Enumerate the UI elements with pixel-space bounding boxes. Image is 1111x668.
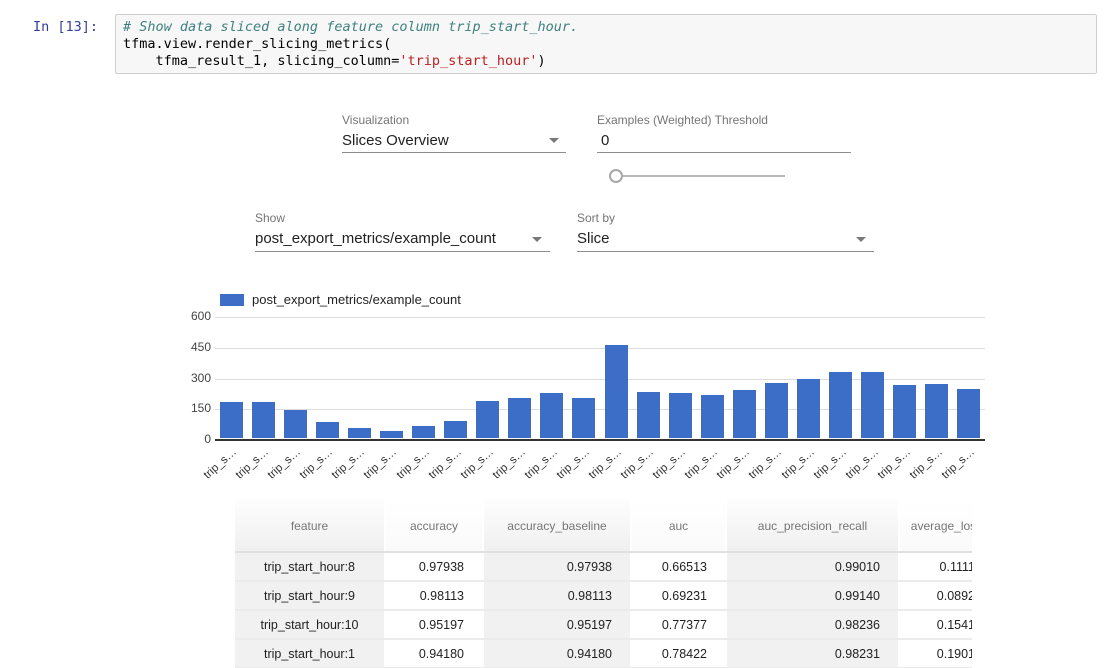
bar[interactable] (637, 392, 660, 438)
metric-cell: 0.98231 (726, 639, 899, 668)
metric-cell: 0.66513 (631, 552, 726, 581)
y-tick-label: 450 (185, 340, 211, 354)
metric-cell: 0.78422 (631, 639, 726, 668)
bar[interactable] (669, 393, 692, 438)
bar[interactable] (797, 379, 820, 439)
feature-cell: trip_start_hour:10 (235, 610, 385, 639)
metric-cell: 0.77377 (631, 610, 726, 639)
column-header[interactable]: auc (631, 500, 726, 552)
column-header[interactable]: accuracy (385, 500, 483, 552)
table-header-row: featureaccuracyaccuracy_baselineaucauc_p… (235, 500, 972, 552)
feature-cell: trip_start_hour:8 (235, 552, 385, 581)
feature-cell: trip_start_hour:1 (235, 639, 385, 668)
bar[interactable] (220, 402, 243, 438)
bar[interactable] (701, 395, 724, 438)
metric-cell: 0.0892 (899, 581, 972, 610)
bar[interactable] (605, 345, 628, 438)
column-header[interactable]: average_loss (899, 500, 972, 552)
metric-cell: 0.98113 (385, 581, 483, 610)
visualization-dropdown[interactable]: Slices Overview (342, 132, 449, 149)
sort-by-underline (577, 251, 874, 252)
show-label: Show (255, 211, 285, 225)
metric-cell: 0.95197 (483, 610, 631, 639)
metrics-table: featureaccuracyaccuracy_baselineaucauc_p… (235, 500, 972, 668)
metric-cell: 0.99010 (726, 552, 899, 581)
slices-bar-chart: post_export_metrics/example_count 0 150 30… (185, 288, 1005, 484)
x-axis-baseline (215, 439, 985, 441)
bar[interactable] (508, 398, 531, 438)
metric-cell: 0.97938 (483, 552, 631, 581)
visualization-label: Visualization (342, 113, 409, 127)
bar[interactable] (476, 401, 499, 438)
metric-cell: 0.99140 (726, 581, 899, 610)
metric-cell: 0.95197 (385, 610, 483, 639)
bar[interactable] (829, 372, 852, 438)
threshold-label: Examples (Weighted) Threshold (597, 113, 768, 127)
bar[interactable] (733, 390, 756, 438)
bar[interactable] (957, 389, 980, 438)
bar[interactable] (316, 422, 339, 438)
bar[interactable] (861, 372, 884, 438)
bar[interactable] (540, 393, 563, 438)
chevron-down-icon[interactable] (549, 138, 559, 143)
metric-cell: 0.98113 (483, 581, 631, 610)
threshold-underline (597, 152, 851, 153)
metric-cell: 0.1111 (899, 552, 972, 581)
metric-cell: 0.98236 (726, 610, 899, 639)
y-tick-label: 600 (185, 309, 211, 323)
visualization-underline (342, 152, 566, 153)
bar[interactable] (412, 426, 435, 438)
bar[interactable] (380, 431, 403, 438)
metric-cell: 0.69231 (631, 581, 726, 610)
bar[interactable] (893, 385, 916, 438)
plot-area (215, 317, 985, 440)
column-header[interactable]: feature (235, 500, 385, 552)
gridline (215, 348, 985, 349)
bar[interactable] (284, 410, 307, 438)
legend-label: post_export_metrics/example_count (252, 292, 461, 307)
code-line-2: tfma.view.render_slicing_metrics( (123, 36, 391, 52)
bar[interactable] (252, 402, 275, 438)
chevron-down-icon[interactable] (532, 237, 542, 242)
code-line-3: tfma_result_1, slicing_column='trip_star… (123, 53, 546, 69)
column-header[interactable]: auc_precision_recall (726, 500, 899, 552)
cell-prompt: In [13]: (33, 19, 111, 35)
threshold-slider-knob[interactable] (609, 169, 623, 183)
code-string-literal: 'trip_start_hour' (399, 53, 537, 69)
table-row[interactable]: trip_start_hour:90.981130.981130.692310.… (235, 581, 972, 610)
metric-cell: 0.94180 (385, 639, 483, 668)
threshold-slider-track[interactable] (622, 175, 785, 177)
bar[interactable] (348, 428, 371, 438)
bar[interactable] (765, 383, 788, 438)
chevron-down-icon[interactable] (856, 237, 866, 242)
table-row[interactable]: trip_start_hour:80.979380.979380.665130.… (235, 552, 972, 581)
feature-cell: trip_start_hour:9 (235, 581, 385, 610)
show-underline (255, 251, 550, 252)
table-row[interactable]: trip_start_hour:100.951970.951970.773770… (235, 610, 972, 639)
gridline (215, 317, 985, 318)
bar[interactable] (572, 398, 595, 438)
sort-by-dropdown[interactable]: Slice (577, 230, 610, 247)
bar[interactable] (444, 421, 467, 438)
bar[interactable] (925, 384, 948, 438)
table-row[interactable]: trip_start_hour:10.941800.941800.784220.… (235, 639, 972, 668)
legend-swatch (220, 294, 244, 306)
threshold-input[interactable]: 0 (601, 132, 609, 149)
metric-cell: 0.1901 (899, 639, 972, 668)
y-tick-label: 300 (185, 371, 211, 385)
show-metric-dropdown[interactable]: post_export_metrics/example_count (255, 230, 496, 247)
y-tick-label: 0 (185, 432, 211, 446)
metric-cell: 0.94180 (483, 639, 631, 668)
y-tick-label: 150 (185, 401, 211, 415)
column-header[interactable]: accuracy_baseline (483, 500, 631, 552)
metric-cell: 0.1541 (899, 610, 972, 639)
metric-cell: 0.97938 (385, 552, 483, 581)
code-input-area[interactable]: # Show data sliced along feature column … (115, 14, 1097, 74)
sort-by-label: Sort by (577, 211, 615, 225)
code-comment: # Show data sliced along feature column … (123, 19, 578, 35)
